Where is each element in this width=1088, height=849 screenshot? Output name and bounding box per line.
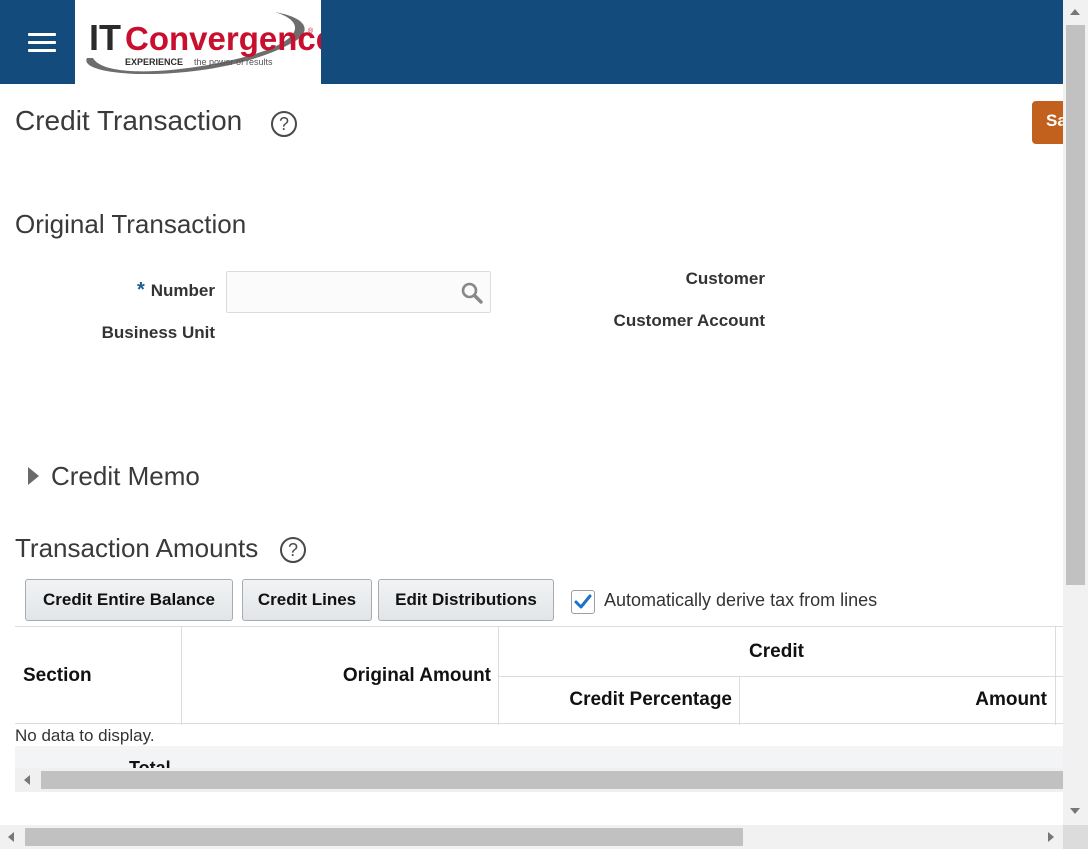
auto-derive-tax-label[interactable]: Automatically derive tax from lines — [604, 590, 877, 611]
horizontal-scrollbar-thumb[interactable] — [25, 828, 743, 846]
scroll-right-icon[interactable] — [1048, 832, 1054, 842]
logo-registered-mark: ® — [308, 27, 314, 35]
logo-convergence-text: Convergence — [125, 20, 321, 57]
page-title: Credit Transaction — [15, 105, 243, 136]
number-field[interactable] — [226, 271, 491, 313]
page-vertical-scrollbar[interactable] — [1063, 0, 1088, 825]
scroll-down-icon[interactable] — [1070, 808, 1080, 814]
transaction-amounts-heading: Transaction Amounts — [15, 533, 259, 563]
logo-it-text: IT — [89, 17, 121, 58]
scroll-left-icon[interactable] — [24, 775, 30, 785]
column-header-section[interactable]: Section — [23, 665, 92, 687]
original-transaction-heading: Original Transaction — [15, 209, 247, 239]
scrollbar-corner — [1063, 825, 1088, 849]
table-horizontal-scrollbar[interactable] — [15, 768, 1071, 792]
column-header-original-amount[interactable]: Original Amount — [185, 665, 491, 687]
logo-tagline: the power of results — [194, 57, 273, 67]
customer-account-label: Customer Account — [613, 311, 765, 330]
logo-graphic: IT Convergence ® EXPERIENCE the power of… — [86, 12, 321, 75]
search-icon[interactable] — [460, 281, 484, 305]
credit-lines-button[interactable]: Credit Lines — [242, 579, 372, 621]
number-label-row: * Number — [100, 279, 215, 302]
top-banner: IT Convergence ® EXPERIENCE the power of… — [0, 0, 1063, 84]
help-icon[interactable]: ? — [271, 111, 297, 137]
table-total-row: Total — [15, 746, 1063, 770]
help-icon[interactable]: ? — [280, 537, 306, 563]
scroll-up-icon[interactable] — [1070, 9, 1080, 15]
expand-triangle-icon[interactable] — [28, 467, 39, 485]
company-logo[interactable]: IT Convergence ® EXPERIENCE the power of… — [75, 0, 321, 84]
edit-distributions-button[interactable]: Edit Distributions — [378, 579, 554, 621]
number-label: Number — [150, 281, 215, 300]
required-indicator: * — [136, 279, 145, 301]
hamburger-menu-icon[interactable] — [28, 33, 56, 53]
empty-table-message: No data to display. — [15, 726, 155, 745]
customer-label: Customer — [685, 269, 765, 288]
logo-tagline-bold: EXPERIENCE — [125, 57, 183, 67]
column-group-credit: Credit — [749, 641, 804, 662]
vertical-scrollbar-thumb[interactable] — [1066, 25, 1085, 585]
scroll-left-icon[interactable] — [8, 832, 14, 842]
auto-derive-tax-checkbox[interactable] — [571, 590, 595, 614]
transaction-amounts-table: Section Original Amount Credit Credit Pe… — [15, 626, 1063, 725]
business-unit-label: Business Unit — [101, 323, 215, 342]
page-horizontal-scrollbar[interactable] — [0, 825, 1063, 849]
column-header-amount[interactable]: Amount — [745, 689, 1047, 711]
checkmark-icon — [574, 594, 592, 609]
column-header-credit-percentage[interactable]: Credit Percentage — [503, 689, 732, 711]
table-scrollbar-thumb[interactable] — [41, 771, 1071, 789]
credit-memo-heading[interactable]: Credit Memo — [51, 461, 200, 492]
credit-entire-balance-button[interactable]: Credit Entire Balance — [25, 579, 233, 621]
